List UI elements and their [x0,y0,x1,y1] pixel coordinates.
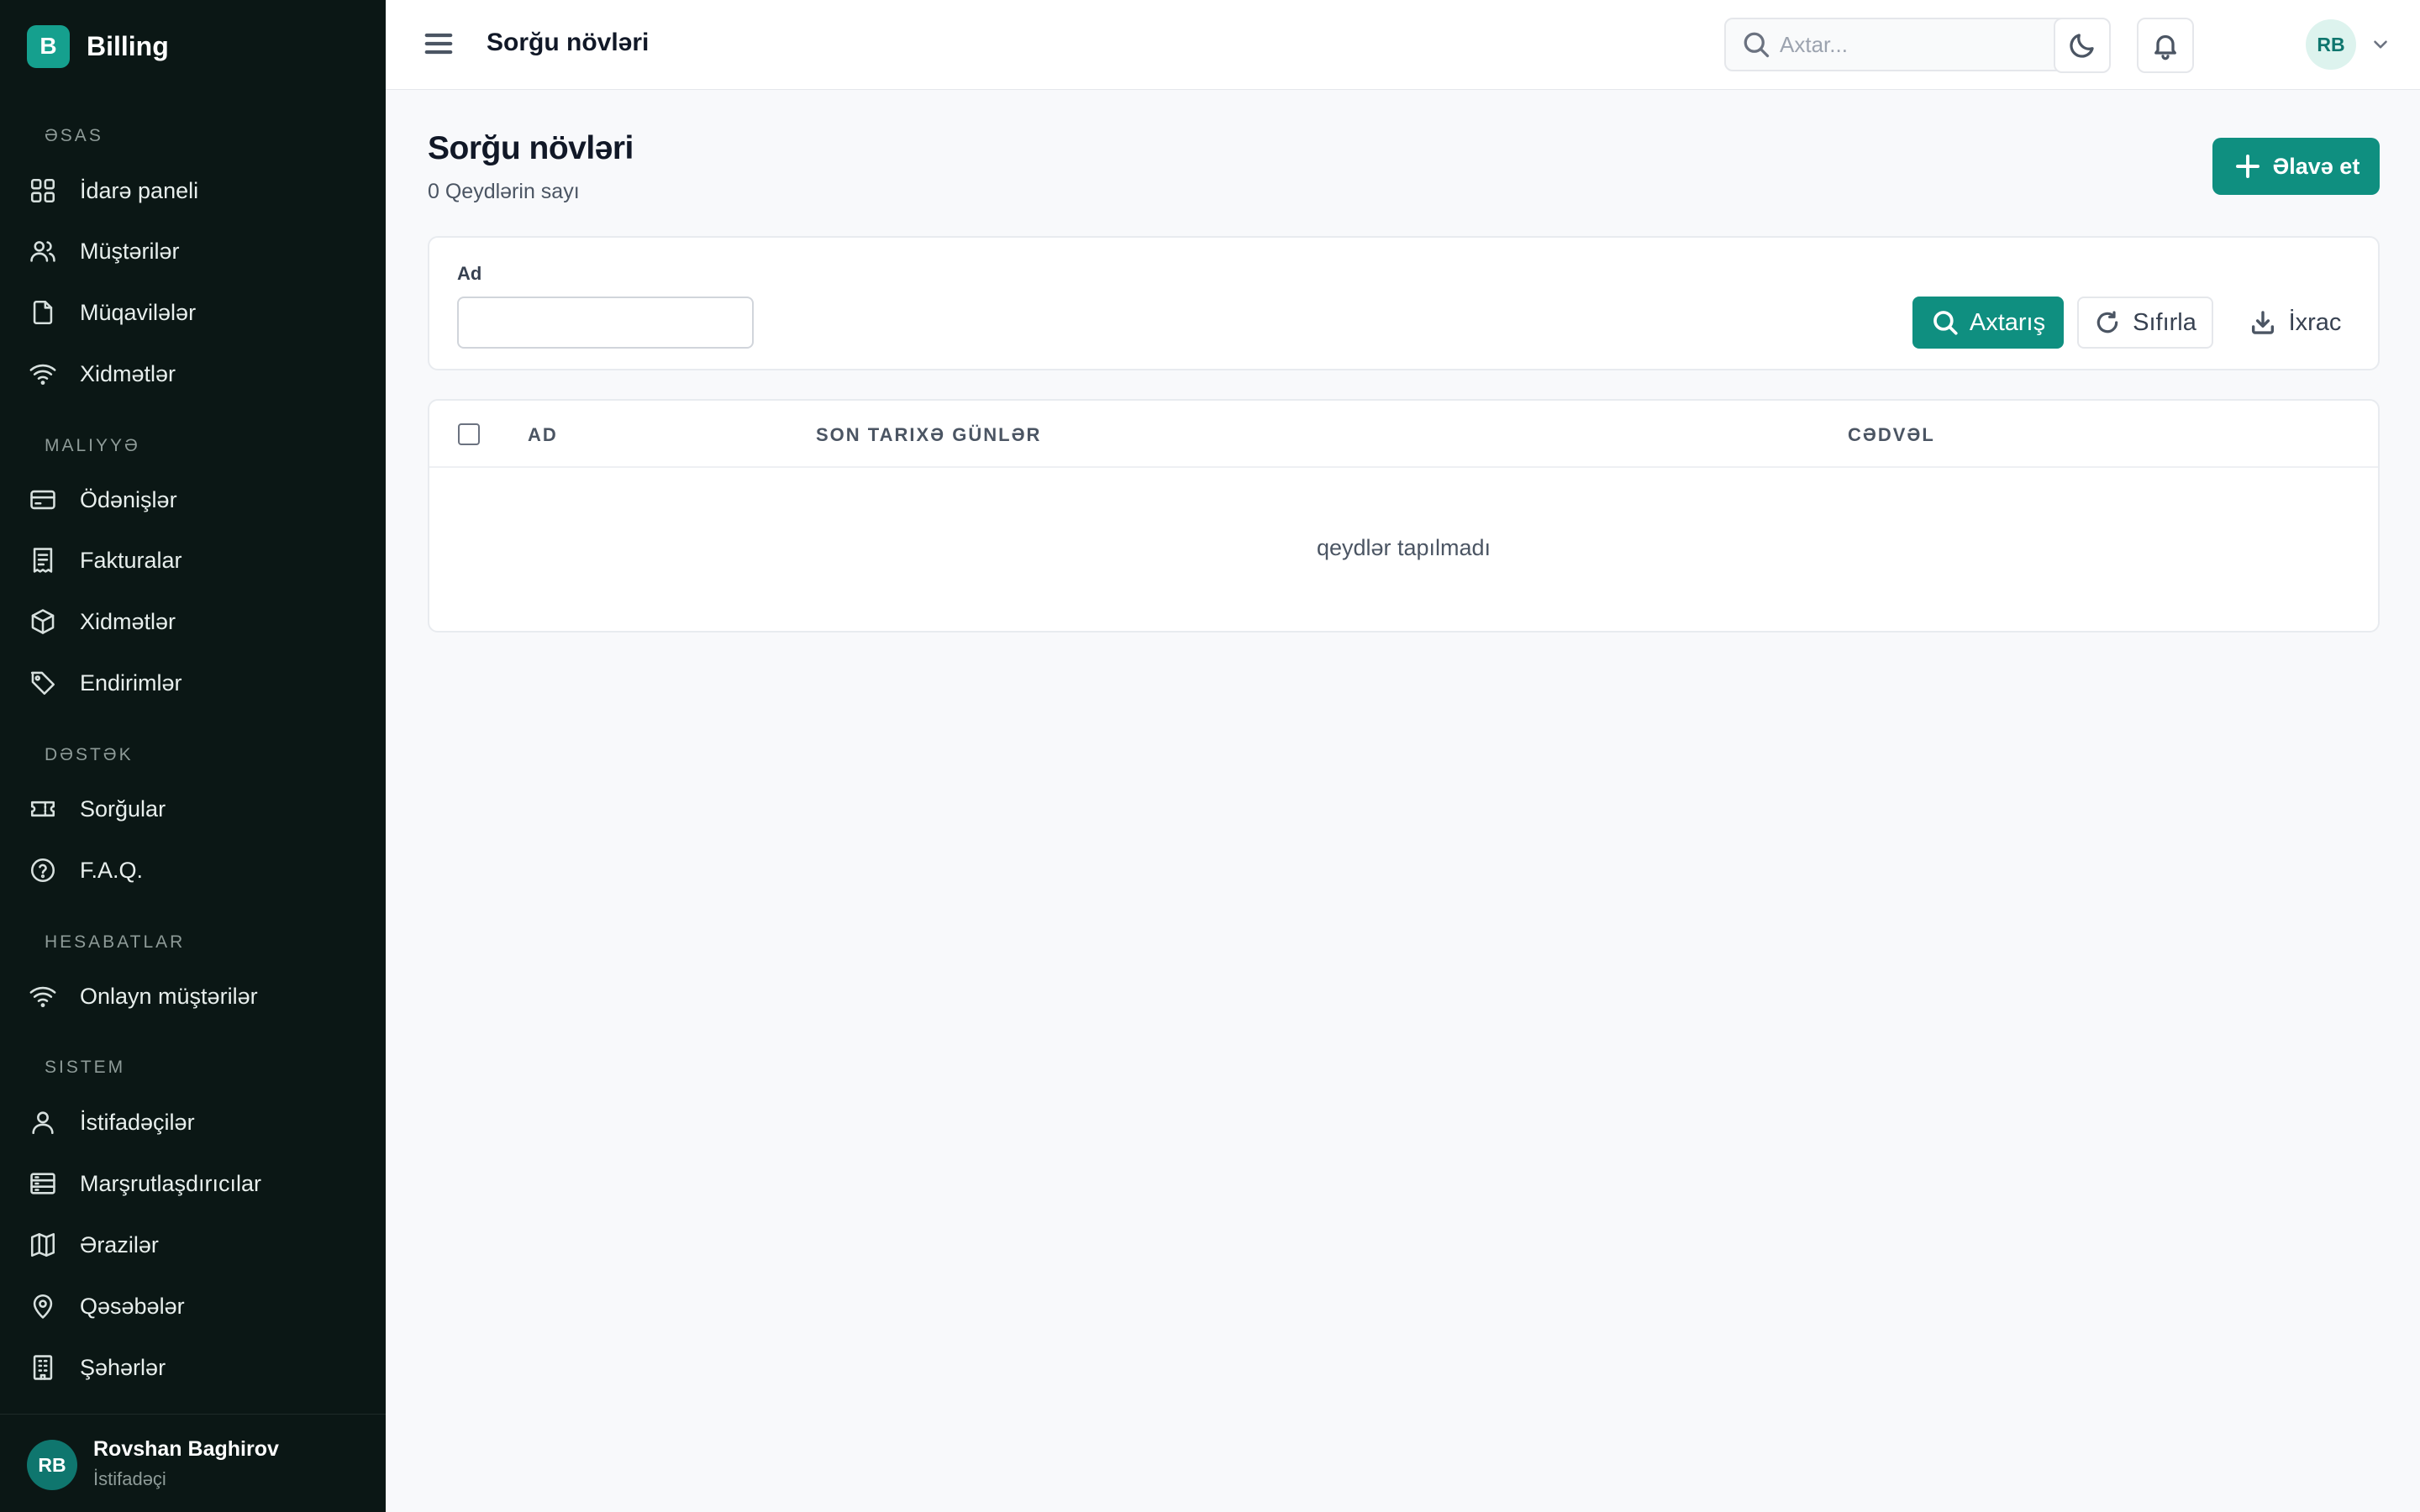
file-icon [33,300,53,325]
plus-icon [2235,155,2260,178]
avatar: RB [27,1440,77,1490]
wifi-icon [29,364,56,386]
user-name: Rovshan Baghirov [93,1437,279,1461]
sidebar-item-label: Xidmətlər [80,608,176,634]
sidebar-item-label: Fakturalar [80,547,182,573]
export-button[interactable]: İxrac [2227,297,2363,349]
receipt-icon [33,548,53,573]
help-circle-icon [30,858,55,883]
sidebar-item-users[interactable]: İstifadəçilər [29,1099,356,1146]
brand-logo: B [27,24,70,68]
record-count: 0 Qeydlərin sayı [428,180,580,203]
table-header: AD SON TARIXƏ GÜNLƏR CƏDVƏL [429,401,2378,468]
sidebar-item-cities[interactable]: Şəhərlər [29,1344,356,1391]
map-icon [30,1232,55,1257]
sidebar-item-label: Sorğular [80,795,166,822]
topbar-title: Sorğu növləri [487,29,650,56]
sidebar: B Billing ƏSAS İdarə paneli Müştərilər M… [0,0,386,1512]
box-icon [31,609,55,634]
sidebar-item-label: Marşrutlaşdırıcılar [80,1170,262,1196]
column-header-deadline-days[interactable]: SON TARIXƏ GÜNLƏR [816,424,1041,446]
refresh-icon [2096,311,2118,333]
credit-card-icon [30,490,55,510]
user-icon [32,1111,54,1135]
add-button[interactable]: Əlavə et [2212,138,2380,195]
menu-toggle-button[interactable] [422,27,455,60]
brand[interactable]: B Billing [27,24,169,69]
tag-icon [30,671,55,696]
avatar: RB [2306,19,2356,70]
sidebar-item-dashboard[interactable]: İdarə paneli [29,167,356,214]
section-label-maliyye: MALIYYƏ [45,436,140,455]
moon-icon [2070,34,2094,58]
sidebar-item-invoices[interactable]: Fakturalar [29,537,356,584]
search-icon [1933,311,1958,335]
sidebar-item-finance-services[interactable]: Xidmətlər [29,598,356,645]
sidebar-item-label: Müqavilələr [80,299,197,325]
name-filter-label: Ad [457,263,482,284]
ticket-icon [30,801,55,817]
sidebar-item-requests[interactable]: Sorğular [29,785,356,832]
user-menu[interactable]: RB [2306,19,2391,70]
data-table: AD SON TARIXƏ GÜNLƏR CƏDVƏL qeydlər tapı… [428,399,2380,633]
user-role: İstifadəçi [93,1468,166,1489]
reset-button[interactable]: Sıfırla [2077,297,2213,349]
search-button-label: Axtarış [1969,308,2046,336]
topbar: Sorğu növləri RB [386,0,2420,90]
sidebar-item-label: İstifadəçilər [80,1109,195,1135]
name-filter-input[interactable] [457,297,754,349]
select-all-checkbox[interactable] [458,423,480,445]
page-title: Sorğu növləri [428,130,634,166]
server-icon [30,1173,55,1194]
sidebar-user-profile[interactable]: RB Rovshan Baghirov İstifadəçi [0,1414,386,1512]
empty-state-message: qeydlər tapılmadı [1316,535,1491,560]
theme-toggle-button[interactable] [2054,18,2111,73]
section-label-destek: DƏSTƏK [45,745,134,764]
section-label-sistem: SISTEM [45,1058,126,1077]
sidebar-item-contracts[interactable]: Müqavilələr [29,289,356,336]
sidebar-item-label: Ərazilər [80,1231,159,1257]
notifications-button[interactable] [2137,18,2194,73]
sidebar-item-label: Onlayn müştərilər [80,983,258,1009]
sidebar-item-label: Xidmətlər [80,360,176,386]
column-header-schedule[interactable]: CƏDVƏL [1848,424,1935,446]
sidebar-item-online-customers[interactable]: Onlayn müştərilər [29,973,356,1020]
search-button[interactable]: Axtarış [1912,297,2064,349]
brand-name: Billing [87,30,169,61]
sidebar-item-faq[interactable]: F.A.Q. [29,847,356,894]
users-icon [30,241,55,262]
sidebar-item-label: Ödənişlər [80,486,177,512]
dashboard-grid-icon [30,178,55,203]
reset-button-label: Sıfırla [2133,308,2196,336]
sidebar-item-discounts[interactable]: Endirimlər [29,659,356,706]
sidebar-item-label: F.A.Q. [80,857,144,883]
export-button-label: İxrac [2288,308,2342,336]
sidebar-item-label: Endirimlər [80,669,182,696]
sidebar-item-label: Qəsəbələr [80,1293,185,1319]
bell-icon [2154,34,2176,60]
global-search[interactable] [1724,18,2110,71]
section-label-hesabatlar: HESABATLAR [45,932,186,952]
sidebar-item-label: Müştərilər [80,238,180,264]
sidebar-item-customers[interactable]: Müştərilər [29,228,356,275]
search-input[interactable] [1780,31,2082,58]
download-icon [2251,311,2274,334]
chevron-down-icon [2374,40,2387,49]
wifi-icon [29,986,56,1008]
sidebar-item-areas[interactable]: Ərazilər [29,1221,356,1268]
add-button-label: Əlavə et [2272,153,2360,179]
building-icon [33,1355,53,1380]
filter-panel: Ad Axtarış Sıfırla İxrac [428,236,2380,370]
sidebar-item-services[interactable]: Xidmətlər [29,350,356,397]
column-header-name[interactable]: AD [528,424,558,446]
search-icon [1744,32,1770,58]
sidebar-item-payments[interactable]: Ödənişlər [29,476,356,523]
section-label-esas: ƏSAS [45,126,103,145]
sidebar-item-settlements[interactable]: Qəsəbələr [29,1283,356,1330]
sidebar-item-routers[interactable]: Marşrutlaşdırıcılar [29,1160,356,1207]
sidebar-item-label: İdarə paneli [80,177,199,203]
sidebar-item-label: Şəhərlər [80,1354,166,1380]
map-pin-icon [33,1294,53,1319]
hamburger-icon [424,33,453,55]
